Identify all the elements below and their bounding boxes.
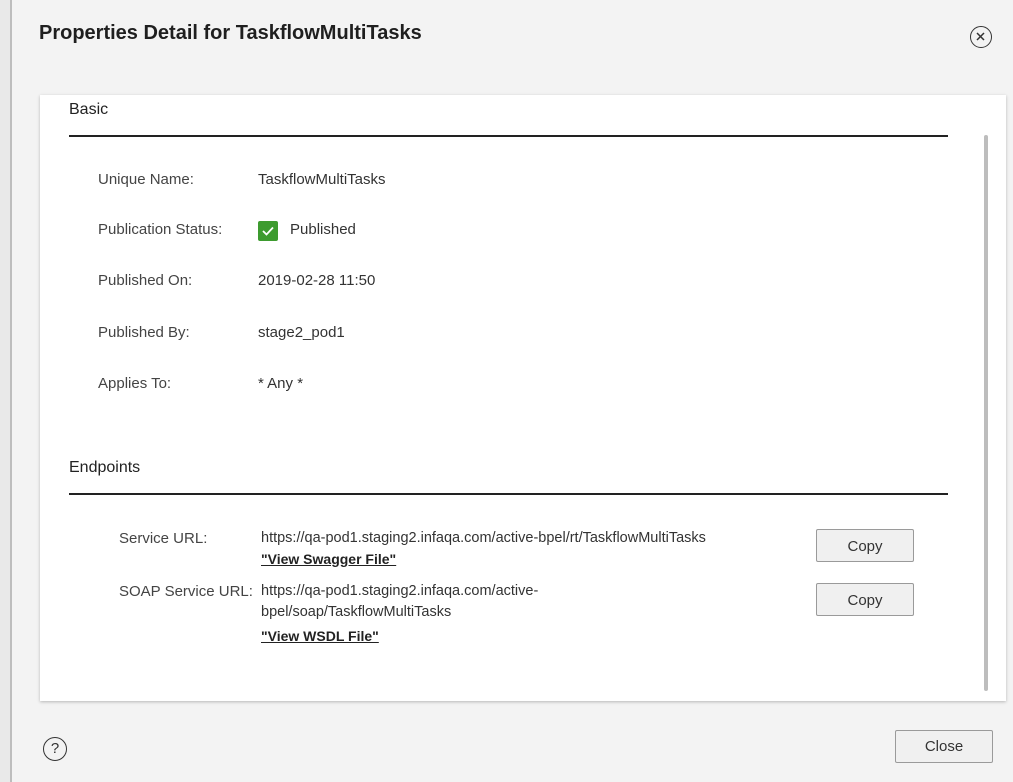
- publication-status-value: Published: [290, 221, 356, 238]
- copy-service-url-button[interactable]: Copy: [816, 529, 914, 562]
- view-swagger-link[interactable]: "View Swagger File": [261, 551, 396, 567]
- unique-name-label: Unique Name:: [98, 171, 194, 188]
- service-url-label: Service URL:: [119, 530, 208, 547]
- service-url-value: https://qa-pod1.staging2.infaqa.com/acti…: [261, 530, 706, 546]
- section-divider: [69, 135, 948, 137]
- dialog-title: Properties Detail for TaskflowMultiTasks: [39, 22, 422, 44]
- properties-dialog: Properties Detail for TaskflowMultiTasks…: [12, 0, 1013, 782]
- close-button[interactable]: Close: [895, 730, 993, 763]
- published-by-label: Published By:: [98, 324, 190, 341]
- published-on-label: Published On:: [98, 272, 193, 289]
- published-by-value: stage2_pod1: [258, 324, 345, 341]
- applies-to-value: * Any *: [258, 375, 304, 392]
- section-divider: [69, 493, 948, 495]
- close-icon[interactable]: [970, 26, 992, 48]
- soap-service-url-value-line1: https://qa-pod1.staging2.infaqa.com/acti…: [261, 583, 539, 599]
- section-title-basic: Basic: [69, 101, 109, 118]
- properties-panel: Basic Unique Name: TaskflowMultiTasks Pu…: [40, 95, 1006, 701]
- vertical-scrollbar[interactable]: [984, 135, 988, 691]
- published-on-value: 2019-02-28 11:50: [258, 272, 376, 289]
- help-icon[interactable]: ?: [43, 737, 67, 761]
- soap-service-url-label: SOAP Service URL:: [119, 583, 253, 600]
- background-window-edge: [0, 0, 12, 782]
- published-check-icon: [258, 221, 278, 241]
- section-title-endpoints: Endpoints: [69, 459, 141, 476]
- copy-soap-url-button[interactable]: Copy: [816, 583, 914, 616]
- applies-to-label: Applies To:: [98, 375, 172, 392]
- view-wsdl-link[interactable]: "View WSDL File": [261, 628, 379, 644]
- soap-service-url-value-line2: bpel/soap/TaskflowMultiTasks: [261, 604, 452, 620]
- unique-name-value: TaskflowMultiTasks: [258, 171, 386, 188]
- publication-status-label: Publication Status:: [98, 221, 223, 238]
- help-glyph: ?: [50, 740, 60, 757]
